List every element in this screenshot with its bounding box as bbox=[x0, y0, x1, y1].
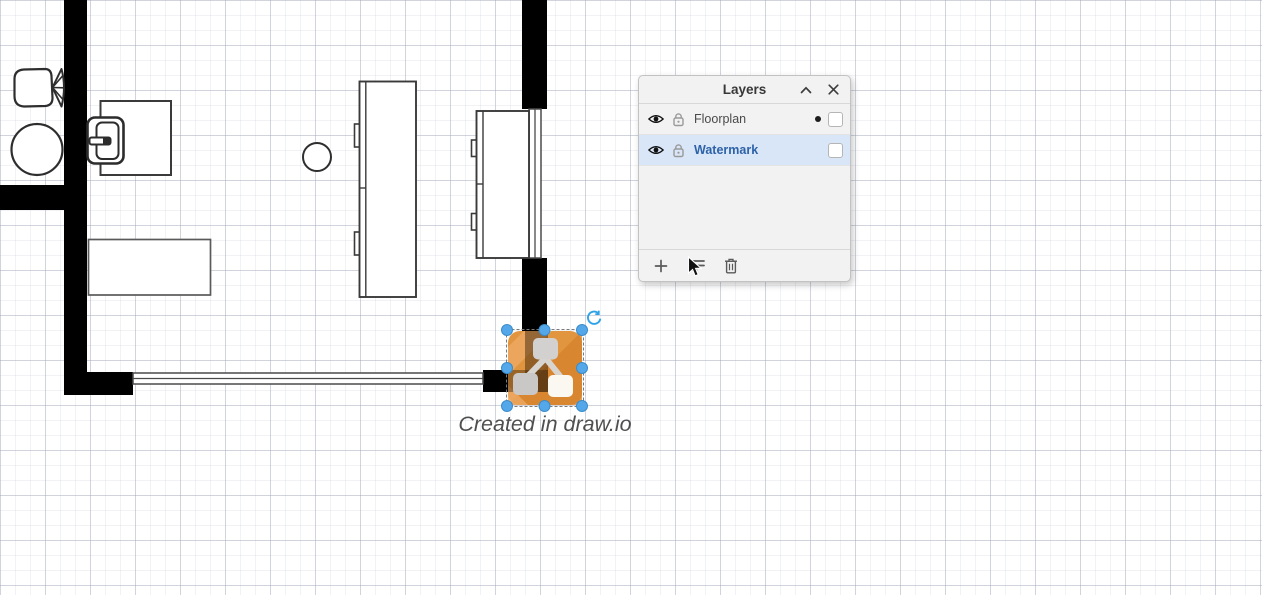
short-cabinet[interactable] bbox=[472, 111, 530, 258]
vertical-window[interactable] bbox=[529, 109, 541, 258]
toggle-lock-button[interactable] bbox=[670, 142, 686, 158]
horizontal-window[interactable] bbox=[133, 373, 483, 384]
layer-name[interactable]: Watermark bbox=[694, 143, 828, 157]
layers-empty-area bbox=[639, 166, 850, 249]
walls[interactable] bbox=[0, 0, 547, 395]
floorplan-drawing bbox=[0, 0, 1262, 595]
chevron-up-icon bbox=[800, 86, 812, 94]
layer-checkbox[interactable] bbox=[828, 143, 843, 158]
office-chair[interactable] bbox=[15, 69, 65, 107]
layers-panel-header[interactable]: Layers bbox=[639, 76, 850, 104]
delete-layer-button[interactable] bbox=[722, 257, 740, 275]
toggle-visibility-button[interactable] bbox=[648, 111, 664, 127]
desk[interactable] bbox=[89, 240, 211, 296]
layer-row-floorplan[interactable]: Floorplan bbox=[639, 104, 850, 135]
sink-appliance[interactable] bbox=[88, 101, 172, 175]
rotate-icon[interactable] bbox=[588, 311, 600, 324]
layers-panel: Layers bbox=[638, 75, 851, 282]
drawio-canvas[interactable]: Created in draw.io bbox=[0, 0, 1262, 595]
watermark-text[interactable]: Created in draw.io bbox=[438, 412, 652, 437]
eye-icon bbox=[648, 112, 664, 126]
round-table[interactable] bbox=[12, 124, 63, 175]
drawio-logo[interactable] bbox=[502, 311, 601, 412]
close-button[interactable] bbox=[825, 82, 841, 98]
collapse-button[interactable] bbox=[798, 82, 814, 98]
toggle-visibility-button[interactable] bbox=[648, 142, 664, 158]
plus-icon bbox=[654, 259, 668, 273]
tall-cabinet[interactable] bbox=[355, 82, 417, 298]
toggle-lock-button[interactable] bbox=[670, 111, 686, 127]
close-icon bbox=[828, 84, 839, 95]
layers-panel-footer bbox=[639, 249, 850, 281]
layer-checkbox[interactable] bbox=[828, 112, 843, 127]
edit-layer-button[interactable] bbox=[687, 257, 705, 275]
eye-icon bbox=[648, 143, 664, 157]
layer-row-watermark[interactable]: Watermark bbox=[639, 135, 850, 166]
edit-layers-icon bbox=[688, 259, 705, 272]
small-circle[interactable] bbox=[303, 143, 331, 171]
default-layer-dot bbox=[815, 116, 821, 122]
lock-icon bbox=[672, 112, 685, 127]
trash-icon bbox=[724, 258, 738, 274]
lock-icon bbox=[672, 143, 685, 158]
layer-name[interactable]: Floorplan bbox=[694, 112, 815, 126]
add-layer-button[interactable] bbox=[652, 257, 670, 275]
